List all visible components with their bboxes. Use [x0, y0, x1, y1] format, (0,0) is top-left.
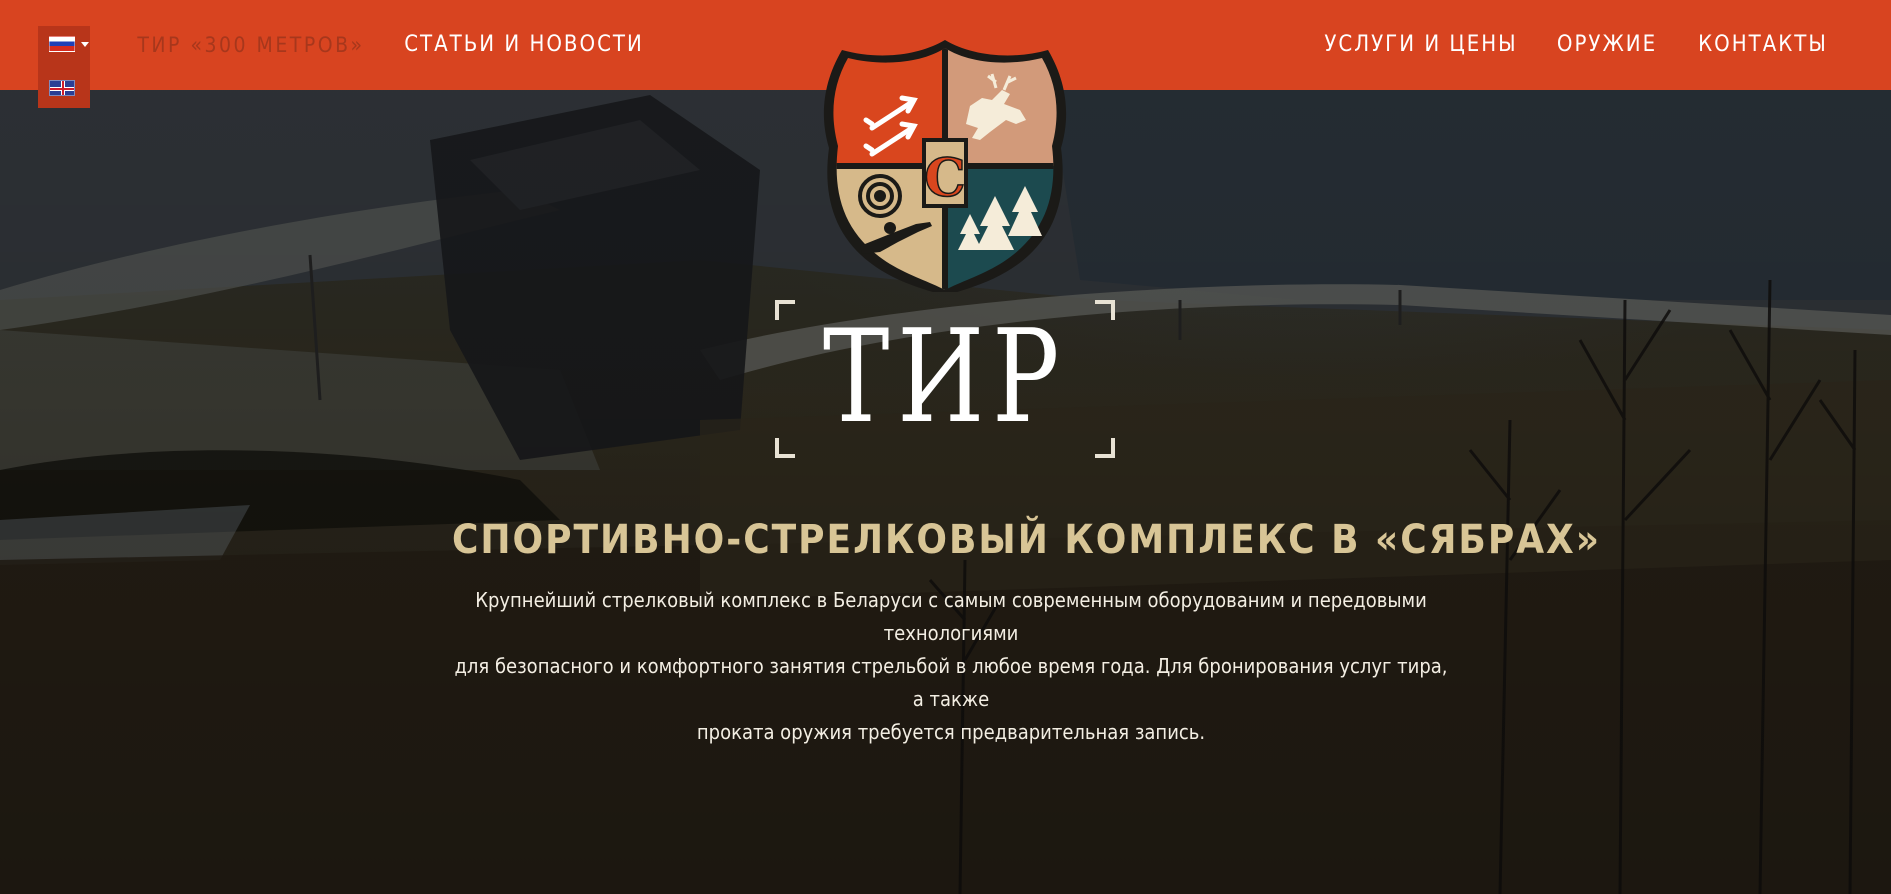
language-switcher[interactable] — [38, 26, 90, 108]
corner-bracket-icon — [1095, 300, 1115, 320]
chevron-down-icon[interactable] — [81, 42, 89, 47]
target-icon — [858, 174, 902, 218]
hero-description: Крупнейший стрелковый комплекс в Беларус… — [452, 584, 1450, 749]
hero-subtitle: СПОРТИВНО-СТРЕЛКОВЫЙ КОМПЛЕКС В «СЯБРАХ» — [452, 517, 1602, 563]
hero-title: ТИР — [822, 303, 1068, 452]
nav-link-shooting-range[interactable]: ТИР «300 МЕТРОВ» — [134, 29, 368, 61]
flag-uk-icon[interactable] — [49, 80, 75, 96]
corner-bracket-icon — [1095, 438, 1115, 458]
flag-ru-icon[interactable] — [49, 36, 75, 52]
corner-bracket-icon — [775, 438, 795, 458]
coat-of-arms-logo[interactable]: C — [820, 36, 1070, 296]
corner-bracket-icon — [775, 300, 795, 320]
hero-title-frame: ТИР — [775, 300, 1115, 458]
description-line: проката оружия требуется предварительная… — [696, 720, 1206, 744]
nav-link-articles-news[interactable]: СТАТЬИ И НОВОСТИ — [400, 29, 648, 61]
letter-c-icon: C — [922, 138, 968, 210]
nav-link-weapons[interactable]: ОРУЖИЕ — [1543, 29, 1671, 61]
description-line: для безопасного и комфортного занятия ст… — [454, 654, 1448, 711]
svg-text:C: C — [924, 148, 965, 209]
nav-link-services-prices[interactable]: УСЛУГИ И ЦЕНЫ — [1320, 29, 1522, 61]
nav-link-contacts[interactable]: КОНТАКТЫ — [1690, 29, 1836, 61]
description-line: Крупнейший стрелковый комплекс в Беларус… — [475, 588, 1427, 645]
